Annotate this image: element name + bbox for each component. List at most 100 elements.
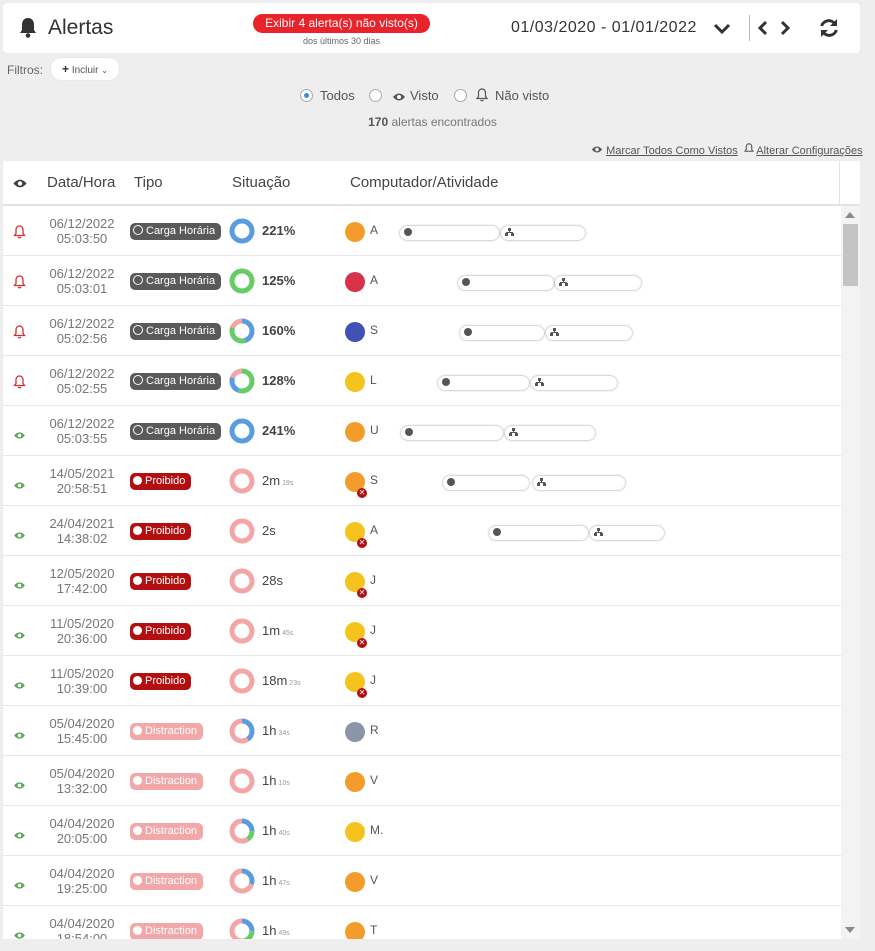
computer-name[interactable]: J [370, 573, 376, 587]
computer-name[interactable]: A [370, 523, 378, 537]
status-value: 2s [262, 523, 276, 538]
computer-name[interactable]: M. [370, 823, 383, 837]
include-filter-button[interactable]: + Incluir ⌄ [51, 58, 119, 80]
chevron-right-icon[interactable] [779, 20, 791, 41]
change-settings-link[interactable]: Alterar Configurações [756, 145, 862, 157]
bell-outline-icon[interactable] [13, 225, 26, 244]
table-row[interactable]: 05/04/2020 15:45:00 Distraction 1h 34s R [3, 706, 841, 756]
results-count: 170 alertas encontrados [368, 115, 497, 129]
globe-icon [464, 328, 472, 336]
eye-icon[interactable] [13, 677, 26, 695]
type-badge: Distraction [130, 873, 203, 890]
computer-name[interactable]: A [370, 223, 378, 237]
eye-icon[interactable] [13, 727, 26, 745]
table-row[interactable]: 11/05/2020 20:36:00 Proibido 1m 45s J ✕ [3, 606, 841, 656]
alert-datetime: 05/04/2020 13:32:00 [49, 766, 115, 796]
computer-icon [345, 822, 365, 842]
blocked-icon: ✕ [357, 538, 367, 548]
scrollbar-thumb[interactable] [843, 224, 858, 286]
computer-icon [345, 222, 365, 242]
radio-label[interactable]: Todos [320, 88, 355, 103]
page-title: Alertas [48, 16, 114, 39]
status-value: 1h 47s [262, 873, 290, 888]
filters-label: Filtros: [7, 63, 43, 77]
alert-datetime: 12/05/2020 17:42:00 [49, 566, 115, 596]
eye-icon[interactable] [12, 176, 28, 193]
radio-label[interactable]: Não visto [495, 88, 549, 103]
radio-todos[interactable] [300, 89, 313, 102]
computer-name[interactable]: V [370, 873, 378, 887]
chevron-left-icon[interactable] [757, 20, 769, 41]
table-row[interactable]: 06/12/2022 05:03:55 Carga Horária 241% U [3, 406, 841, 456]
status-value: 221% [262, 223, 296, 238]
status-value: 160% [262, 323, 296, 338]
bell-outline-icon [743, 143, 754, 157]
status-donut [228, 717, 256, 750]
eye-icon[interactable] [13, 477, 26, 495]
scroll-down-arrow[interactable] [845, 927, 855, 933]
eye-icon[interactable] [13, 577, 26, 595]
eye-icon [591, 145, 603, 157]
mark-all-seen-link[interactable]: Marcar Todos Como Vistos [606, 145, 738, 157]
table-row[interactable]: 06/12/2022 05:02:55 Carga Horária 128% L [3, 356, 841, 406]
table-row[interactable]: 12/05/2020 17:42:00 Proibido 28s J ✕ [3, 556, 841, 606]
computer-name[interactable]: L [370, 373, 377, 387]
status-donut [228, 217, 256, 250]
status-value: 18m 23s [262, 673, 301, 688]
network-icon [535, 378, 544, 386]
table-row[interactable]: 04/04/2020 20:05:00 Distraction 1h 40s M. [3, 806, 841, 856]
table-row[interactable]: 24/04/2021 14:38:02 Proibido 2s A ✕ [3, 506, 841, 556]
eye-icon[interactable] [13, 927, 26, 939]
refresh-icon[interactable] [818, 18, 840, 43]
computer-name[interactable]: T [370, 923, 377, 937]
column-header-status[interactable]: Situação [232, 174, 290, 191]
table-row[interactable]: 04/04/2020 19:25:00 Distraction 1h 47s V [3, 856, 841, 906]
computer-name[interactable]: U [370, 423, 379, 437]
table-row[interactable]: 06/12/2022 05:03:50 Carga Horária 221% A [3, 206, 841, 256]
type-badge: Proibido [130, 523, 192, 540]
internal-ip-chip [590, 526, 664, 540]
column-header-type[interactable]: Tipo [134, 174, 163, 191]
computer-name[interactable]: S [370, 473, 378, 487]
table-row[interactable]: 06/12/2022 05:03:01 Carga Horária 125% A [3, 256, 841, 306]
bell-outline-icon[interactable] [13, 375, 26, 394]
external-ip-chip [443, 476, 529, 490]
eye-icon[interactable] [13, 427, 26, 445]
scroll-up-arrow[interactable] [845, 212, 855, 218]
table-row[interactable]: 06/12/2022 05:02:56 Carga Horária 160% S [3, 306, 841, 356]
table-row[interactable]: 14/05/2021 20:58:51 Proibido 2m 19s S ✕ [3, 456, 841, 506]
date-range[interactable]: 01/03/2020 - 01/01/2022 [511, 20, 706, 36]
chevron-down-icon: ⌄ [101, 66, 108, 75]
bell-outline-icon[interactable] [13, 275, 26, 294]
scrollbar[interactable] [841, 206, 860, 939]
type-badge: Proibido [130, 673, 192, 690]
clock-icon [133, 375, 143, 385]
table-row[interactable]: 04/04/2020 18:54:00 Distraction 1h 49s T [3, 906, 841, 939]
column-header-datetime[interactable]: Data/Hora [47, 174, 115, 191]
computer-name[interactable]: R [370, 723, 379, 737]
bell-outline-icon[interactable] [13, 325, 26, 344]
computer-icon [345, 372, 365, 392]
status-donut [228, 317, 256, 350]
eye-icon[interactable] [13, 627, 26, 645]
radio-label[interactable]: Visto [410, 88, 439, 103]
radio-visto[interactable] [369, 89, 382, 102]
table-row[interactable]: 11/05/2020 10:39:00 Proibido 18m 23s J ✕ [3, 656, 841, 706]
radio-nao-visto[interactable] [454, 89, 467, 102]
show-unseen-button[interactable]: Exibir 4 alerta(s) não visto(s) [253, 14, 430, 33]
eye-icon[interactable] [13, 827, 26, 845]
computer-name[interactable]: S [370, 323, 378, 337]
type-badge: Proibido [130, 623, 192, 640]
eye-icon[interactable] [13, 777, 26, 795]
computer-icon [345, 772, 365, 792]
chevron-down-icon[interactable] [713, 22, 731, 41]
computer-name[interactable]: J [370, 623, 376, 637]
computer-name[interactable]: V [370, 773, 378, 787]
alert-datetime: 06/12/2022 05:03:01 [49, 266, 115, 296]
eye-icon[interactable] [13, 527, 26, 545]
column-header-computer[interactable]: Computador/Atividade [350, 174, 498, 191]
table-row[interactable]: 05/04/2020 13:32:00 Distraction 1h 10s V [3, 756, 841, 806]
computer-name[interactable]: J [370, 673, 376, 687]
eye-icon[interactable] [13, 877, 26, 895]
computer-name[interactable]: A [370, 273, 378, 287]
